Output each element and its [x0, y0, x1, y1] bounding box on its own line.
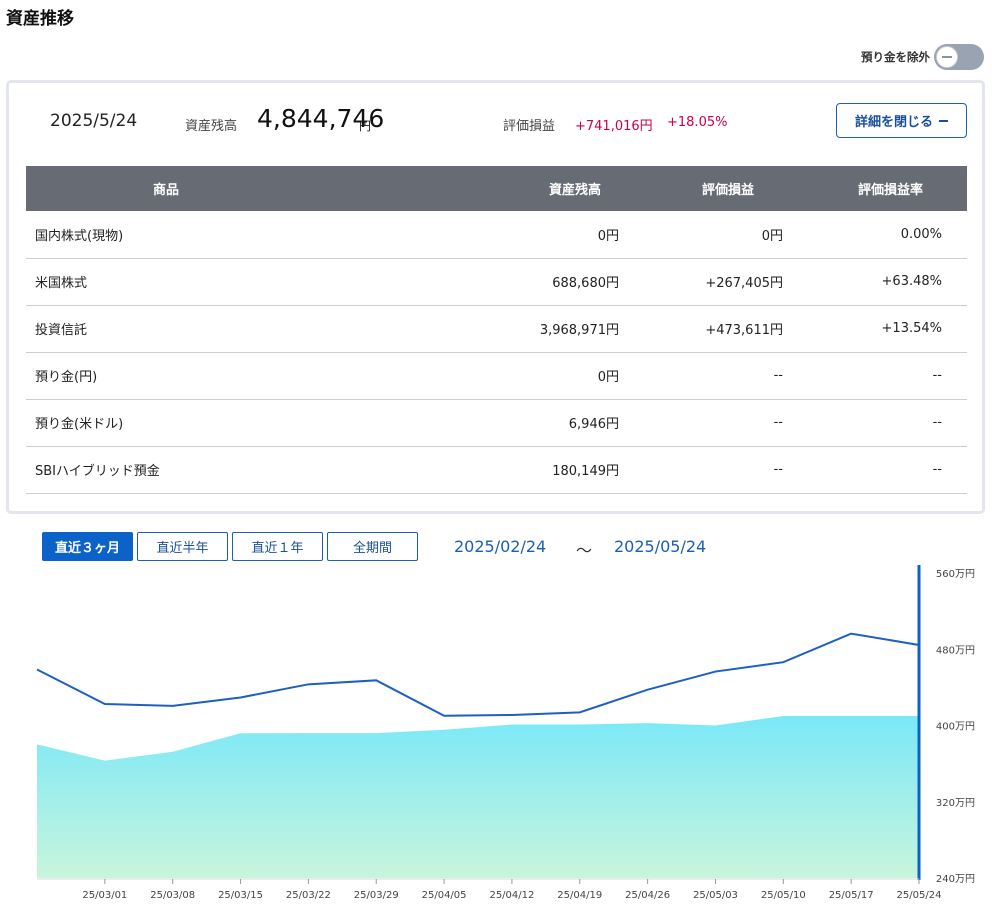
exclude-deposit-toggle[interactable] — [934, 44, 984, 70]
row-product: SBIハイブリッド預金 — [26, 446, 306, 494]
table-header-row: 商品 資産残高 評価損益 評価損益率 — [26, 166, 967, 211]
line-series — [36, 632, 920, 717]
chart-area-layer — [37, 715, 919, 878]
pl-rate: +18.05% — [667, 115, 728, 130]
x-tick-label: 25/04/05 — [422, 890, 467, 901]
table-row: 投資信託 3,968,971円 +473,611円 +13.54% — [26, 305, 967, 353]
row-balance: 0円 — [306, 211, 628, 259]
area-series — [37, 715, 919, 878]
row-product: 国内株式(現物) — [26, 211, 306, 259]
asset-summary: 2025/5/24 資産残高 4,844,746 円 評価損益 +741,016… — [9, 83, 982, 163]
range-start-date: 2025/02/24 — [454, 537, 547, 556]
asset-detail-panel: 2025/5/24 資産残高 4,844,746 円 評価損益 +741,016… — [6, 80, 985, 514]
exclude-deposit-label: 預り金を除外 — [861, 50, 930, 64]
summary-date: 2025/5/24 — [50, 111, 138, 131]
row-balance: 0円 — [306, 352, 628, 400]
row-pl-rate: -- — [793, 352, 967, 400]
range-end-date: 2025/05/24 — [614, 537, 707, 556]
balance-unit: 円 — [359, 119, 372, 133]
period-3months-button[interactable]: 直近３ヶ月 — [42, 532, 133, 561]
chart-ytick-layer: 240万円 320万円 400万円 480万円 560万円 — [936, 569, 975, 885]
row-product: 預り金(米ドル) — [26, 399, 306, 447]
row-pl: -- — [628, 399, 793, 447]
y-tick-label: 560万円 — [936, 569, 975, 580]
minus-icon — [939, 119, 948, 122]
range-separator: ～ — [576, 541, 593, 560]
row-pl-rate: 0.00% — [793, 211, 967, 259]
x-tick-label: 25/03/08 — [150, 890, 195, 901]
x-tick-label: 25/05/24 — [897, 890, 942, 901]
table-row: 預り金(米ドル) 6,946円 -- -- — [26, 399, 967, 447]
pl-amount: +741,016円 — [575, 119, 653, 134]
row-pl-rate: +63.48% — [793, 258, 967, 306]
x-tick-label: 25/04/26 — [625, 890, 670, 901]
period-1year-button[interactable]: 直近１年 — [232, 532, 323, 561]
header-pl-rate: 評価損益率 — [793, 166, 967, 211]
table-row: 預り金(円) 0円 -- -- — [26, 352, 967, 400]
x-tick-label: 25/04/12 — [489, 890, 534, 901]
pl-label: 評価損益 — [503, 119, 556, 134]
row-balance: 688,680円 — [306, 258, 628, 306]
row-product: 投資信託 — [26, 305, 306, 353]
y-tick-label: 480万円 — [936, 645, 975, 656]
header-pl: 評価損益 — [628, 166, 793, 211]
row-pl: -- — [628, 352, 793, 400]
x-tick-label: 25/05/03 — [693, 890, 738, 901]
row-product: 預り金(円) — [26, 352, 306, 400]
chart-xtick-layer: 25/03/01 25/03/08 25/03/15 25/03/22 25/03/29… — [37, 878, 942, 901]
x-tick-label: 25/05/10 — [761, 890, 806, 901]
period-6months-button[interactable]: 直近半年 — [137, 532, 228, 561]
y-tick-label: 240万円 — [936, 874, 975, 885]
y-tick-label: 320万円 — [936, 798, 975, 809]
asset-history-chart[interactable]: 25/03/01 25/03/08 25/03/15 25/03/22 25/03/29… — [0, 565, 992, 909]
row-balance: 6,946円 — [306, 399, 628, 447]
row-pl: -- — [628, 446, 793, 494]
row-pl-rate: -- — [793, 399, 967, 447]
x-tick-label: 25/04/19 — [557, 890, 602, 901]
y-tick-label: 400万円 — [936, 722, 975, 733]
chart-line-layer — [36, 632, 920, 717]
table-row: 国内株式(現物) 0円 0円 0.00% — [26, 211, 967, 259]
row-balance: 180,149円 — [306, 446, 628, 494]
period-selector: 直近３ヶ月 直近半年 直近１年 全期間 — [42, 532, 418, 561]
row-pl: 0円 — [628, 211, 793, 259]
row-pl-rate: +13.54% — [793, 305, 967, 353]
toggle-off-icon — [936, 46, 958, 68]
row-pl: +473,611円 — [628, 305, 793, 353]
close-detail-label: 詳細を閉じる — [854, 115, 933, 130]
exclude-deposit-toggle-group: 預り金を除外 — [861, 44, 984, 70]
period-all-button[interactable]: 全期間 — [327, 532, 418, 561]
holdings-table: 商品 資産残高 評価損益 評価損益率 国内株式(現物) 0円 0円 0.00% … — [26, 166, 967, 494]
row-pl: +267,405円 — [628, 258, 793, 306]
x-tick-label: 25/05/17 — [829, 890, 874, 901]
close-detail-button[interactable]: 詳細を閉じる — [836, 103, 967, 138]
table-row: SBIハイブリッド預金 180,149円 -- -- — [26, 446, 967, 494]
page-title: 資産推移 — [6, 9, 74, 29]
balance-label: 資産残高 — [185, 119, 238, 134]
row-pl-rate: -- — [793, 446, 967, 494]
table-row: 米国株式 688,680円 +267,405円 +63.48% — [26, 258, 967, 306]
header-product: 商品 — [26, 166, 306, 211]
row-balance: 3,968,971円 — [306, 305, 628, 353]
x-tick-label: 25/03/29 — [354, 890, 399, 901]
x-tick-label: 25/03/22 — [286, 890, 331, 901]
x-tick-label: 25/03/15 — [218, 890, 263, 901]
row-product: 米国株式 — [26, 258, 306, 306]
header-balance: 資産残高 — [306, 166, 628, 211]
x-tick-label: 25/03/01 — [82, 890, 127, 901]
